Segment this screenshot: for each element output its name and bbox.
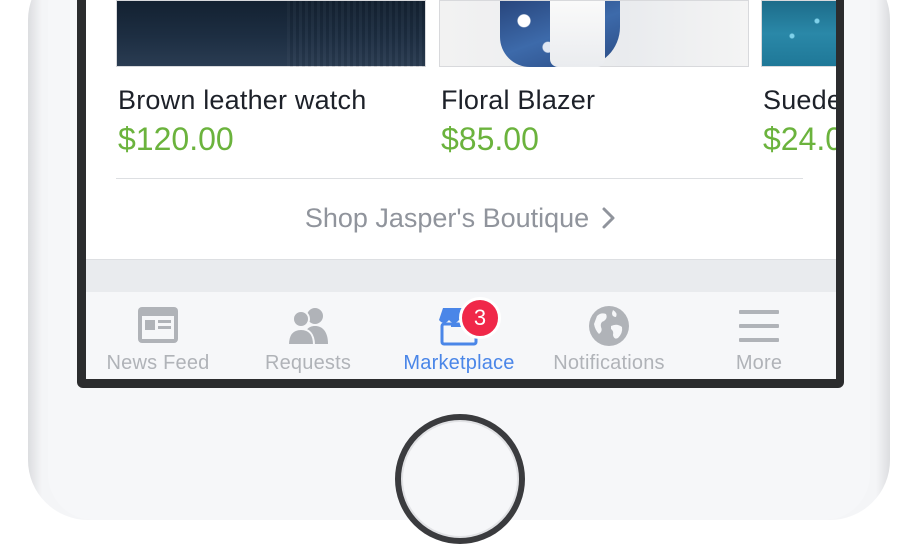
product-title[interactable]: Suede — [763, 85, 836, 116]
product-price: $120.00 — [118, 121, 234, 157]
chevron-right-icon — [602, 207, 615, 229]
app-screen: Brown leather watch $120.00 Floral Blaze… — [86, 0, 836, 379]
section-separator — [86, 259, 836, 293]
tab-news-feed[interactable]: News Feed — [86, 292, 233, 379]
tab-notifications[interactable]: Notifications — [534, 292, 684, 379]
product-price: $85.00 — [441, 121, 539, 157]
tab-label: News Feed — [106, 352, 210, 374]
tab-bar: News Feed Requests 3 Marketplace Notific… — [86, 292, 836, 379]
notification-badge: 3 — [459, 297, 501, 339]
product-image[interactable] — [439, 0, 749, 67]
home-button[interactable] — [395, 414, 525, 544]
tab-requests[interactable]: Requests — [233, 292, 383, 379]
globe-icon — [589, 306, 629, 346]
friend-requests-icon — [286, 308, 328, 346]
product-title[interactable]: Brown leather watch — [118, 85, 366, 116]
tab-label: More — [735, 352, 783, 374]
product-image[interactable] — [116, 0, 427, 67]
divider — [116, 178, 803, 179]
product-price: $24.0 — [763, 121, 836, 157]
tab-label: Notifications — [553, 352, 665, 374]
tab-label: Marketplace — [403, 352, 515, 374]
news-feed-icon — [138, 307, 178, 343]
tab-label: Requests — [264, 352, 352, 374]
product-image[interactable] — [761, 0, 836, 67]
tab-marketplace[interactable]: 3 Marketplace — [384, 292, 534, 379]
shop-link-label: Shop Jasper's Boutique — [304, 202, 590, 233]
shop-boutique-link[interactable]: Shop Jasper's Boutique — [86, 196, 836, 240]
tab-more[interactable]: More — [684, 292, 834, 379]
hamburger-menu-icon — [739, 310, 779, 342]
product-title[interactable]: Floral Blazer — [441, 85, 595, 116]
